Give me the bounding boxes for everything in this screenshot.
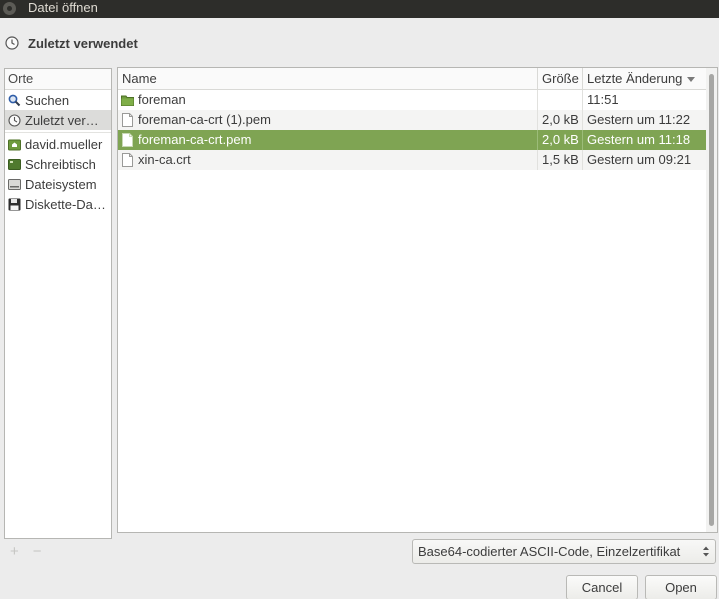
home-folder-icon	[8, 139, 21, 150]
cancel-button[interactable]: Cancel	[566, 575, 638, 599]
sidebar-item-desktop[interactable]: Schreibtisch	[5, 154, 111, 174]
recent-clock-icon	[5, 36, 19, 50]
file-icon	[122, 153, 133, 167]
file-name: foreman-ca-crt.pem	[138, 132, 252, 147]
title-bar: Datei öffnen	[0, 0, 719, 18]
harddisk-icon	[8, 178, 21, 190]
location-label[interactable]: Zuletzt verwendet	[28, 36, 138, 51]
sidebar-item-home[interactable]: david.mueller	[5, 134, 111, 154]
file-icon	[122, 113, 133, 127]
sidebar-item-search[interactable]: Suchen	[5, 90, 111, 110]
file-name-cell: foreman-ca-crt.pem	[118, 130, 538, 150]
file-name: xin-ca.crt	[138, 152, 191, 167]
file-name-cell: foreman-ca-crt (1).pem	[118, 110, 538, 130]
sidebar-item-filesystem[interactable]: Dateisystem	[5, 174, 111, 194]
file-rows: foreman 11:51 foreman-ca-crt (1).pem 2,0…	[118, 90, 707, 170]
window-title: Datei öffnen	[28, 0, 98, 15]
file-modified: 11:51	[587, 92, 619, 107]
sidebar-item-label: Dateisystem	[25, 176, 97, 192]
file-type-filter[interactable]: Base64-codierter ASCII-Code, Einzelzerti…	[412, 539, 716, 564]
file-size: 2,0 kB	[538, 130, 583, 150]
file-modified: Gestern um 11:22	[587, 112, 691, 127]
file-list[interactable]: Name Größe Letzte Änderung foreman 11:51	[117, 67, 718, 533]
bookmark-buttons: + −	[10, 543, 42, 560]
column-header-name[interactable]: Name	[118, 68, 538, 89]
close-window-button[interactable]	[3, 2, 16, 15]
search-icon	[8, 94, 21, 106]
table-row[interactable]: foreman-ca-crt.pem 2,0 kB Gestern um 11:…	[118, 130, 707, 150]
places-header: Orte	[5, 69, 111, 90]
places-sidebar: Orte Suchen Zuletzt ver… david.mueller S…	[4, 68, 112, 539]
column-name-label: Name	[122, 71, 157, 86]
table-row[interactable]: foreman 11:51	[118, 90, 707, 110]
scrollbar-thumb[interactable]	[709, 74, 714, 526]
file-icon	[122, 133, 133, 147]
open-button[interactable]: Open	[645, 575, 717, 599]
column-header-row: Name Größe Letzte Änderung	[118, 68, 707, 90]
folder-icon	[121, 95, 134, 106]
column-modified-label: Letzte Änderung	[587, 71, 683, 86]
table-row[interactable]: xin-ca.crt 1,5 kB Gestern um 09:21	[118, 150, 707, 170]
column-size-label: Größe	[542, 71, 579, 86]
sidebar-separator	[5, 130, 111, 133]
sort-descending-icon	[687, 77, 696, 83]
sidebar-item-floppy[interactable]: Diskette-Da…	[5, 194, 111, 214]
table-row[interactable]: foreman-ca-crt (1).pem 2,0 kB Gestern um…	[118, 110, 707, 130]
file-size	[538, 90, 583, 110]
sidebar-item-label: Suchen	[25, 92, 70, 108]
location-bar: Zuletzt verwendet	[5, 34, 138, 52]
sidebar-item-label: Schreibtisch	[25, 156, 96, 172]
sidebar-item-recent[interactable]: Zuletzt ver…	[5, 110, 111, 130]
updown-arrows-icon	[703, 546, 709, 557]
remove-bookmark-button[interactable]: −	[33, 543, 42, 560]
file-size: 1,5 kB	[538, 150, 583, 170]
file-size: 2,0 kB	[538, 110, 583, 130]
column-header-modified[interactable]: Letzte Änderung	[583, 68, 707, 89]
desktop-icon	[8, 158, 21, 170]
floppy-icon	[8, 198, 21, 210]
sidebar-item-label: david.mueller	[25, 136, 103, 152]
file-name: foreman-ca-crt (1).pem	[138, 112, 271, 127]
sidebar-item-label: Diskette-Da…	[25, 196, 106, 212]
vertical-scrollbar[interactable]	[706, 68, 717, 532]
file-name-cell: foreman	[118, 90, 538, 110]
recent-clock-icon	[8, 113, 21, 127]
sidebar-item-label: Zuletzt ver…	[25, 112, 99, 128]
add-bookmark-button[interactable]: +	[10, 543, 19, 560]
filter-selected-value: Base64-codierter ASCII-Code, Einzelzerti…	[418, 544, 681, 559]
file-name: foreman	[138, 92, 186, 107]
column-header-size[interactable]: Größe	[538, 68, 583, 89]
file-modified: Gestern um 11:18	[587, 132, 691, 147]
file-modified: Gestern um 09:21	[587, 152, 692, 167]
file-name-cell: xin-ca.crt	[118, 150, 538, 170]
